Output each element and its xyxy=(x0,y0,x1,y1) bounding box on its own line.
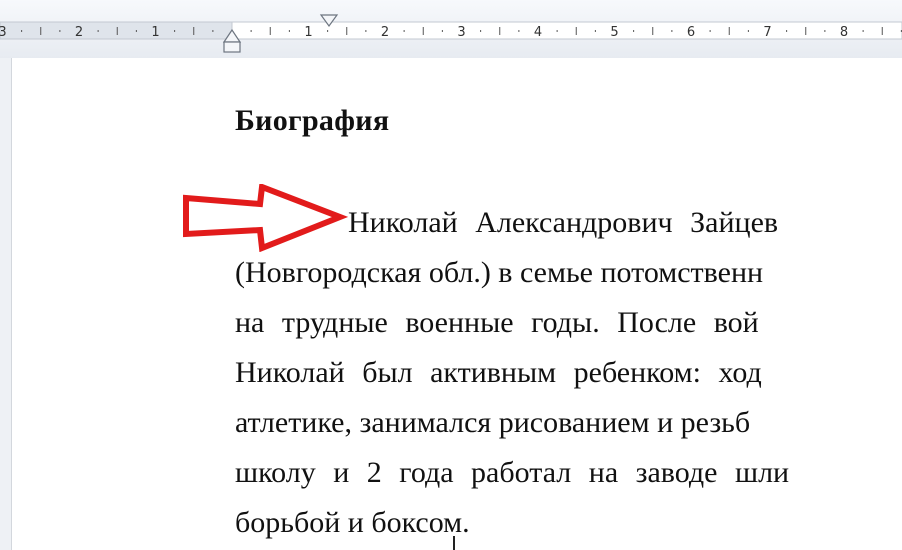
ruler-label: 4 xyxy=(534,25,542,40)
paragraph-line-2: (Новгородская обл.) в семье потомственн xyxy=(235,256,764,289)
ruler-label: 3 xyxy=(457,25,465,40)
ruler-margin-area xyxy=(0,21,233,40)
paragraph-line-4: Николай был активным ребенком: ход xyxy=(235,356,762,389)
paragraph-line-1: Николай Александрович Зайцев xyxy=(348,206,779,239)
left-indent-marker[interactable] xyxy=(223,41,241,53)
next-line-partial-glyph xyxy=(453,536,455,550)
ruler-label: 7 xyxy=(763,25,771,40)
ruler-label: 1 xyxy=(304,25,312,40)
left-margin-gutter xyxy=(0,58,12,550)
ruler-label: 6 xyxy=(687,25,695,40)
paragraph-line-5: атлетике, занимался рисованием и резьб xyxy=(235,406,751,439)
ruler-label: 3 xyxy=(0,25,7,40)
ruler-scale: 3 2 1 1 2 3 4 5 6 7 8 xyxy=(0,14,902,53)
ruler-label: 2 xyxy=(75,25,83,40)
paragraph-line-6: школу и 2 года работал на заводе шли xyxy=(235,456,790,489)
ruler-label: 1 xyxy=(151,25,159,40)
document-page[interactable]: Биография Николай Александрович Зайцев (… xyxy=(12,58,902,550)
document-heading: Биография xyxy=(235,104,390,137)
ruler-label: 5 xyxy=(610,25,618,40)
ruler-label: 8 xyxy=(840,25,848,40)
ruler-text-area xyxy=(231,21,902,40)
ruler-label: 2 xyxy=(381,25,389,40)
paragraph-line-7: борьбой и боксом. xyxy=(235,506,470,539)
right-arrow-outline-icon xyxy=(183,184,348,252)
paragraph-line-3: на трудные военные годы. После вой xyxy=(235,306,759,339)
horizontal-ruler[interactable]: 3 2 1 1 2 3 4 5 6 7 8 xyxy=(0,0,902,59)
